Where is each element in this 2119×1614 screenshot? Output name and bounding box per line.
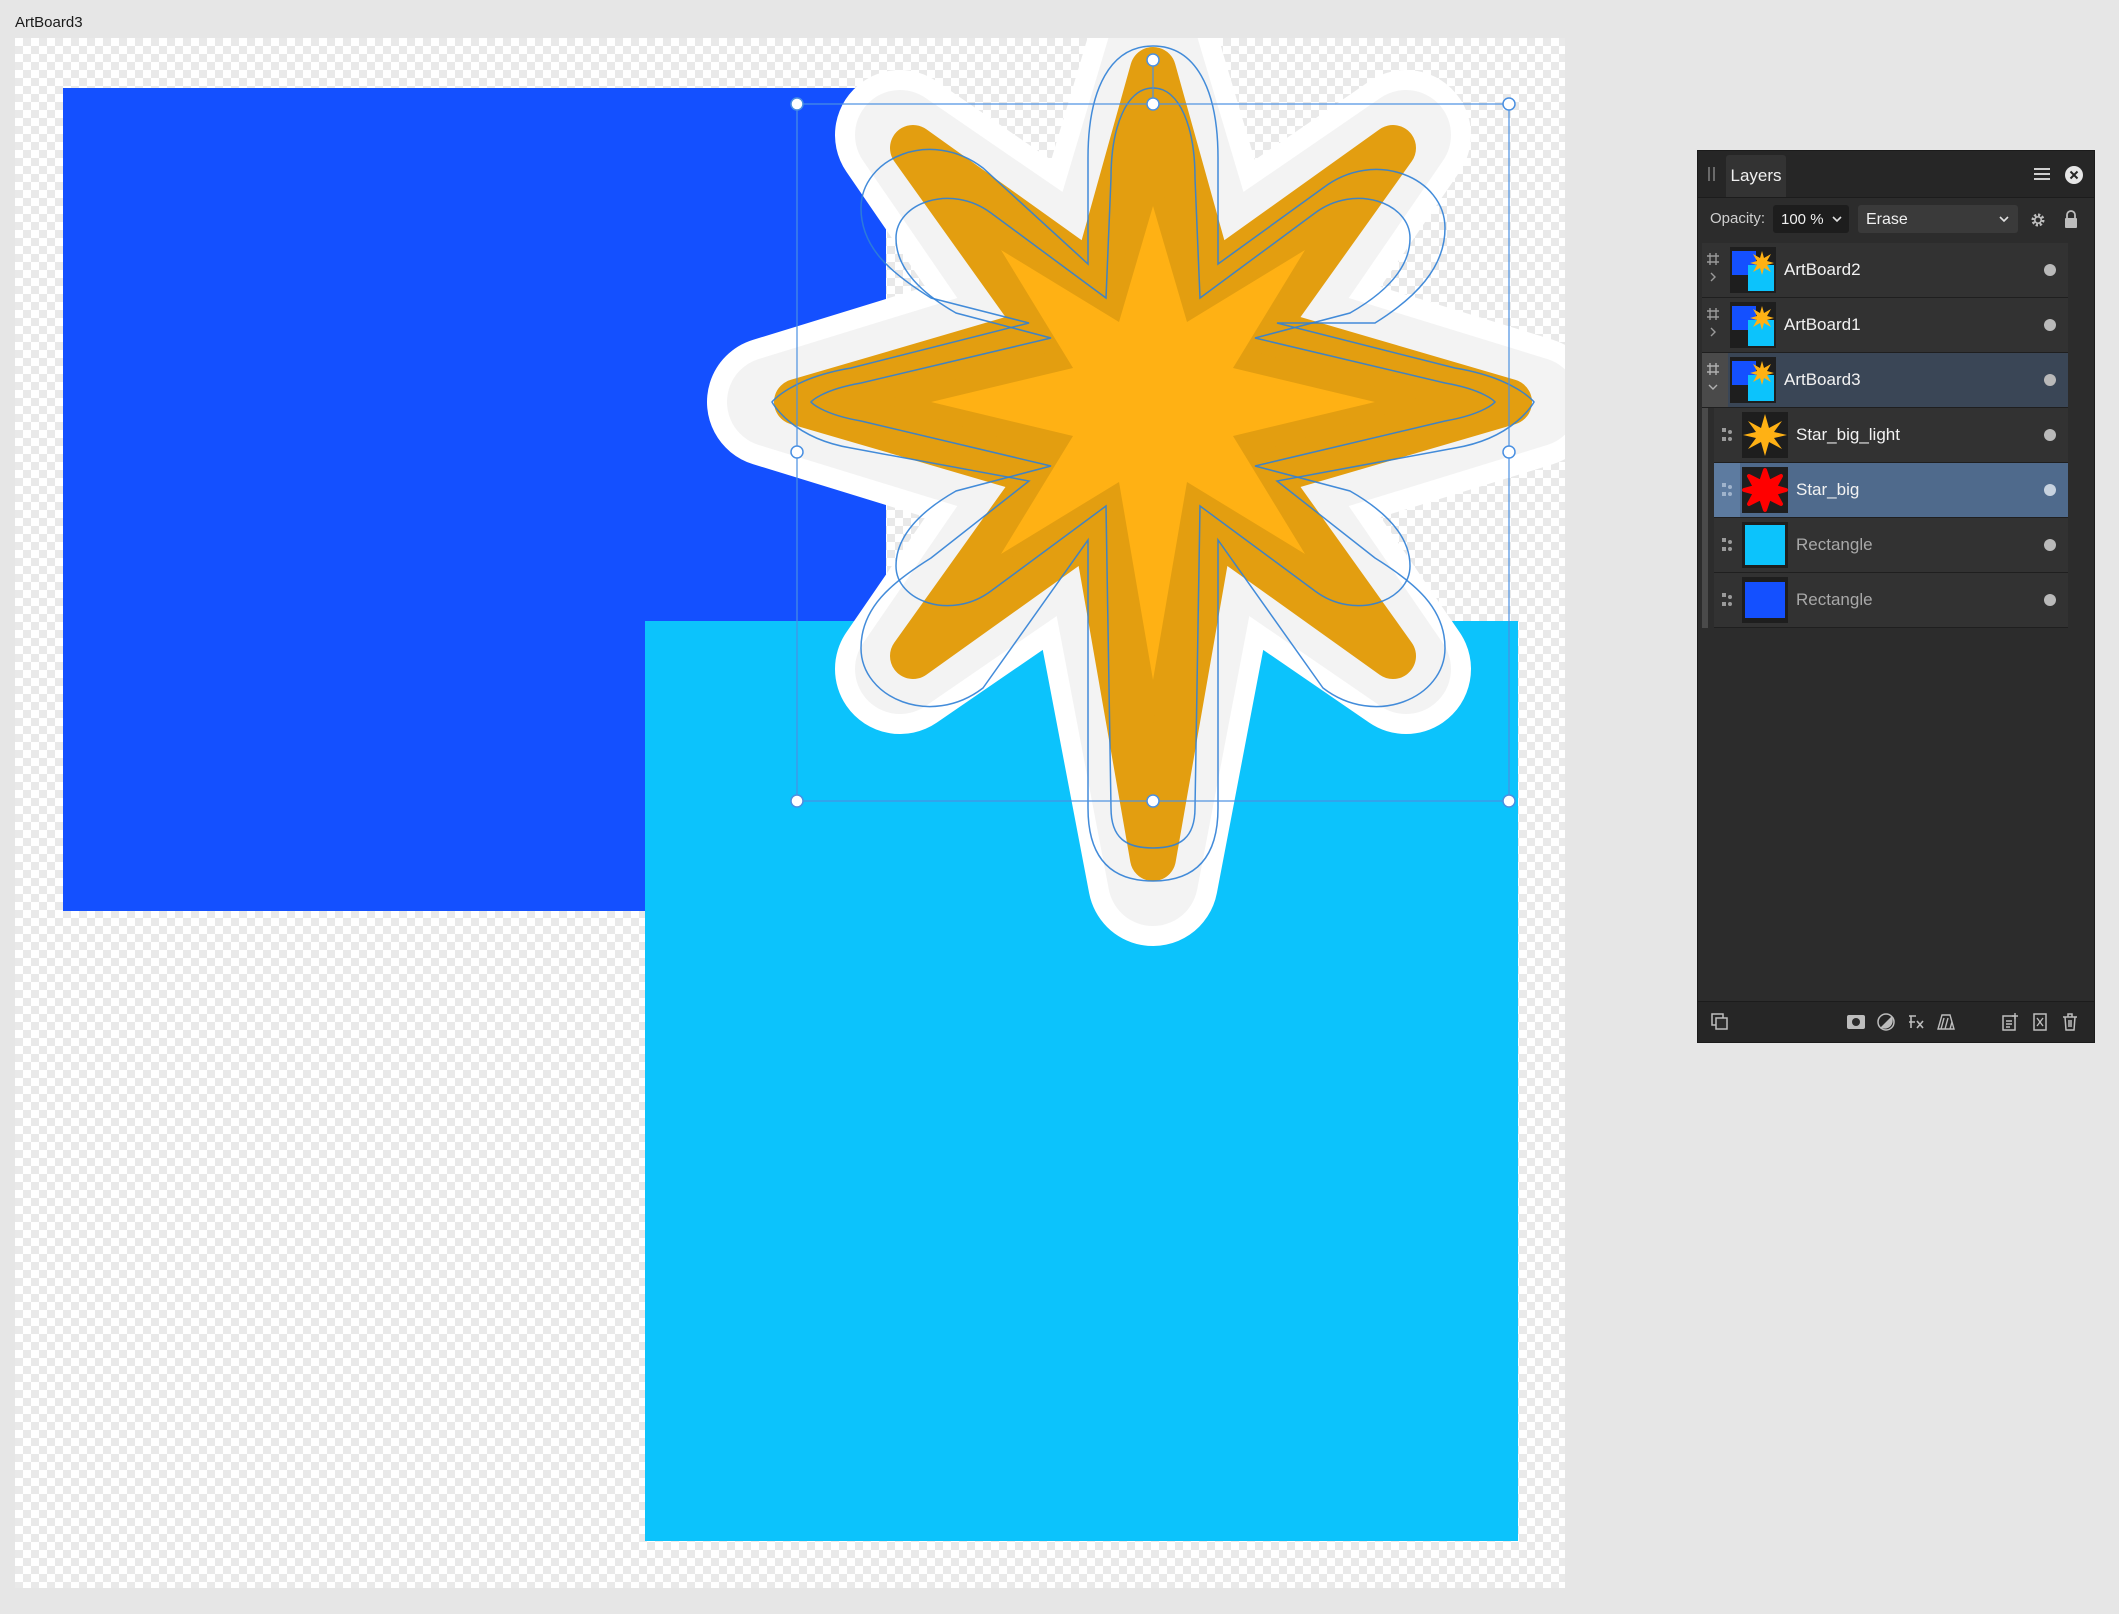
lock-icon[interactable] [2063, 210, 2079, 229]
visibility-dot-icon[interactable] [2044, 429, 2056, 441]
fx-icon[interactable] [1906, 1012, 1926, 1032]
layer-row-artboard1[interactable]: ArtBoard1 [1702, 298, 2068, 353]
artboard-grid-icon [1707, 363, 1719, 390]
layer-row-artboard2[interactable]: ArtBoard2 [1702, 243, 2068, 298]
artboard-canvas[interactable] [15, 38, 1565, 1588]
artboard-collapse-handle[interactable] [1702, 353, 1728, 407]
hamburger-menu-icon[interactable] [2033, 165, 2051, 183]
opacity-value: 100 % [1781, 211, 1824, 228]
panel-footer [1698, 1001, 2094, 1042]
mask-icon[interactable] [1846, 1012, 1866, 1032]
rect-blue-thumbnail [1742, 577, 1788, 623]
visibility-dot-icon[interactable] [2044, 539, 2056, 551]
trash-icon[interactable] [2060, 1012, 2080, 1032]
layer-row-star-big[interactable]: Star_big [1714, 463, 2068, 518]
handle-bottom-center[interactable] [1146, 794, 1160, 808]
panel-header: Layers [1698, 151, 2094, 198]
drag-handle-icon[interactable] [1714, 518, 1740, 572]
gear-icon[interactable] [2029, 211, 2047, 229]
chevron-down-icon[interactable] [1998, 213, 2010, 225]
panel-grip-icon[interactable] [1708, 167, 1715, 181]
handle-bottom-right[interactable] [1502, 794, 1516, 808]
hatch-icon[interactable] [1936, 1012, 1956, 1032]
layer-name: Star_big_light [1796, 425, 1900, 444]
artboard-grid-icon [1707, 308, 1719, 337]
chevron-down-icon[interactable] [1831, 213, 1843, 225]
handle-top-right[interactable] [1502, 97, 1516, 111]
child-indent-bar [1702, 408, 1708, 628]
layer-row-rectangle-cyan[interactable]: Rectangle [1714, 518, 2068, 573]
opacity-blend-row: Opacity: 100 % Erase [1698, 197, 2094, 243]
blend-mode-value: Erase [1866, 211, 1908, 228]
visibility-dot-icon[interactable] [2044, 319, 2056, 331]
arrange-layers-icon[interactable] [1710, 1012, 1730, 1032]
artboard-expand-handle[interactable] [1702, 298, 1728, 352]
artboard-thumbnail [1730, 302, 1776, 348]
layer-name: Rectangle [1796, 535, 1873, 554]
artboard-title: ArtBoard3 [15, 14, 83, 31]
layer-row-star-big-light[interactable]: Star_big_light [1714, 408, 2068, 463]
star-red-thumbnail [1742, 467, 1788, 513]
layer-row-rectangle-blue[interactable]: Rectangle [1714, 573, 2068, 628]
add-layer-icon[interactable] [2000, 1012, 2020, 1032]
layers-panel: Layers Opacity: 100 % Erase ArtBoard2 Ar… [1697, 150, 2095, 1043]
opacity-label: Opacity: [1710, 210, 1766, 227]
artboard-expand-handle[interactable] [1702, 243, 1728, 297]
tab-layers[interactable]: Layers [1726, 155, 1786, 197]
close-circle-icon[interactable] [2064, 165, 2084, 185]
layer-row-artboard3[interactable]: ArtBoard3 [1702, 353, 2068, 408]
drag-handle-icon[interactable] [1714, 408, 1740, 462]
artboard-grid-icon [1707, 253, 1719, 282]
blend-mode-select[interactable]: Erase [1858, 205, 2018, 233]
layer-name: ArtBoard3 [1784, 370, 1861, 389]
visibility-dot-icon[interactable] [2044, 264, 2056, 276]
visibility-dot-icon[interactable] [2044, 374, 2056, 386]
layer-name: Star_big [1796, 480, 1860, 499]
handle-middle-right[interactable] [1502, 445, 1516, 459]
handle-bottom-left[interactable] [790, 794, 804, 808]
layer-name: ArtBoard2 [1784, 260, 1861, 279]
handle-middle-left[interactable] [790, 445, 804, 459]
handle-top-left[interactable] [790, 97, 804, 111]
rotation-handle[interactable] [1146, 53, 1160, 67]
artboard-thumbnail [1730, 357, 1776, 403]
rect-cyan-thumbnail [1742, 522, 1788, 568]
layer-name: ArtBoard1 [1784, 315, 1861, 334]
drag-handle-icon[interactable] [1714, 463, 1740, 517]
drag-handle-icon[interactable] [1714, 573, 1740, 627]
visibility-dot-icon[interactable] [2044, 594, 2056, 606]
star-orange-thumbnail [1742, 412, 1788, 458]
layer-name: Rectangle [1796, 590, 1873, 609]
adjustment-icon[interactable] [1876, 1012, 1896, 1032]
opacity-field[interactable]: 100 % [1773, 205, 1849, 233]
group-icon[interactable] [2030, 1012, 2050, 1032]
visibility-dot-icon[interactable] [2044, 484, 2056, 496]
handle-top-center[interactable] [1146, 97, 1160, 111]
artboard-thumbnail [1730, 247, 1776, 293]
